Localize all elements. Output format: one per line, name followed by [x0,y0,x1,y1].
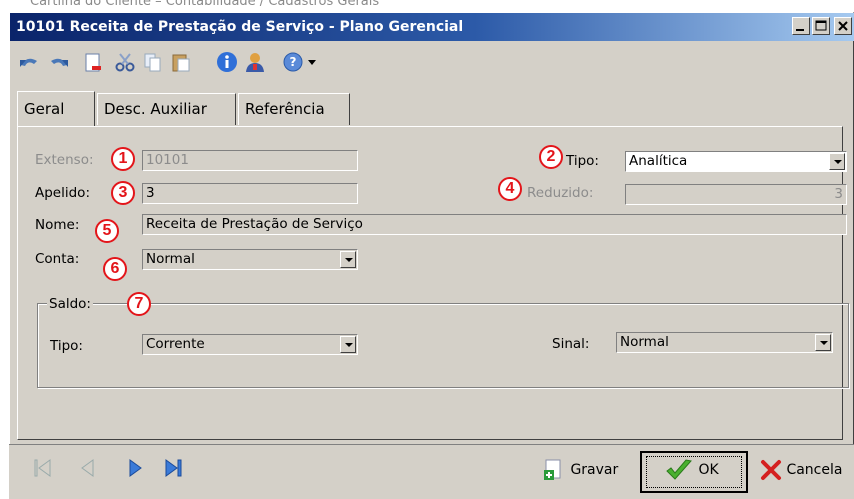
check-icon [666,459,692,480]
marker-6: 6 [103,257,127,281]
cancela-button[interactable]: Cancela [760,451,842,491]
page-caption: Cartilha do Cliente – Contabilidade / Ca… [30,0,380,9]
marker-1: 1 [111,147,135,171]
title-bar: 10101 Receita de Prestação de Serviço - … [10,13,854,41]
chevron-down-icon[interactable] [340,336,356,353]
minimize-icon [796,29,804,31]
tab-referencia[interactable]: Referência [238,93,350,125]
apelido-field[interactable]: 3 [142,183,358,204]
tipo-select[interactable]: Analítica [625,151,847,172]
ok-button[interactable]: OK [664,451,719,491]
marker-7: 7 [127,292,151,316]
marker-4: 4 [498,177,522,201]
reduzido-label: Reduzido: [527,185,594,201]
extenso-field[interactable]: 10101 [142,150,358,171]
chevron-down-icon[interactable] [829,153,845,170]
help-icon[interactable]: ? [281,51,305,73]
nome-field[interactable]: Receita de Prestação de Serviço [142,214,847,235]
tipo-select-value: Analítica [629,153,688,169]
previous-record-icon[interactable] [77,456,99,480]
reduzido-field: 3 [625,184,847,205]
new-document-icon[interactable] [81,51,105,73]
tipo-label: Tipo: [566,153,599,169]
ok-label: OK [698,462,719,478]
gravar-button[interactable]: Gravar [542,451,618,491]
sinal-label: Sinal: [552,336,590,352]
close-button[interactable] [834,17,852,35]
gravar-label: Gravar [570,462,619,478]
cancel-x-icon [761,460,781,480]
next-record-icon[interactable] [124,456,146,480]
chevron-down-icon[interactable] [340,251,356,268]
marker-2: 2 [539,145,563,169]
marker-5: 5 [95,219,119,243]
tab-desc-auxiliar[interactable]: Desc. Auxiliar [97,93,236,125]
cancela-label: Cancela [786,462,843,478]
saldo-tipo-select[interactable]: Corrente [142,334,358,355]
nome-label: Nome: [35,217,80,233]
cut-icon[interactable] [113,51,137,73]
conta-select-value: Normal [146,251,195,267]
user-icon[interactable] [243,51,267,73]
first-record-icon[interactable] [32,456,54,480]
tab-geral[interactable]: Geral [17,91,95,126]
toolbar: ? [9,43,854,83]
saldo-group-title: Saldo: [47,296,93,312]
redo-icon[interactable] [47,51,71,73]
extenso-label: Extenso: [35,152,94,168]
save-icon [544,459,561,480]
last-record-icon[interactable] [162,456,184,480]
copy-icon[interactable] [141,51,165,73]
tab-panel-geral [17,126,843,440]
maximize-icon [815,20,827,31]
window-title: 10101 Receita de Prestação de Serviço - … [16,19,464,35]
minimize-button[interactable] [792,17,810,35]
sinal-select[interactable]: Normal [616,332,833,353]
conta-select[interactable]: Normal [142,249,358,270]
maximize-button[interactable] [812,17,830,35]
svg-text:?: ? [290,55,297,69]
marker-3: 3 [111,181,135,205]
close-icon [838,21,848,31]
apelido-label: Apelido: [35,185,90,201]
dropdown-arrow-icon[interactable] [307,59,317,67]
undo-icon[interactable] [17,51,41,73]
paste-icon[interactable] [169,51,193,73]
chevron-down-icon[interactable] [815,334,831,351]
saldo-tipo-label: Tipo: [50,338,83,354]
sinal-select-value: Normal [620,334,669,350]
conta-label: Conta: [35,251,80,267]
saldo-tipo-value: Corrente [146,336,205,352]
info-icon[interactable] [215,51,239,73]
